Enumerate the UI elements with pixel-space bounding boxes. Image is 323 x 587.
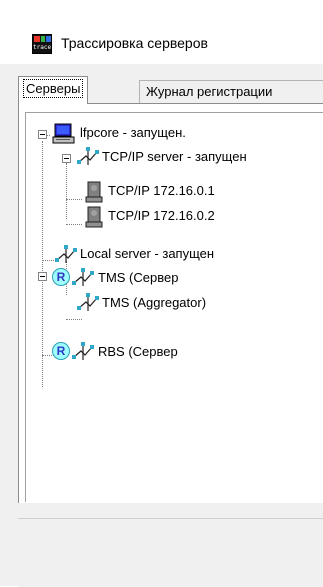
app-icon-label: trace — [33, 44, 52, 51]
network-icon — [77, 147, 99, 165]
tree-connector — [42, 141, 43, 387]
tree-item-tcpip-client[interactable]: TCP/IP 172.16.0.1 — [108, 181, 215, 201]
tree-item-tms-aggregator[interactable]: TMS (Aggregator) — [102, 293, 206, 313]
tab-log-label: Журнал регистрации — [146, 84, 273, 99]
tree-connector — [42, 260, 54, 261]
network-icon — [55, 245, 77, 263]
tree-item-rbs-server[interactable]: RBS (Сервер — [98, 342, 178, 362]
running-badge-icon: R — [52, 342, 70, 360]
client-icon — [85, 181, 103, 203]
main-window: trace Трассировка серверов Серверы Журна… — [0, 0, 323, 587]
tree-connector — [66, 224, 82, 225]
window-title: Трассировка серверов — [61, 35, 208, 51]
network-icon — [72, 268, 94, 286]
tab-strip: Серверы Журнал регистрации — [18, 76, 323, 104]
trace-app-icon: trace — [32, 34, 52, 54]
computer-icon — [52, 123, 75, 144]
collapse-icon[interactable] — [38, 272, 47, 281]
tab-servers-label: Серверы — [22, 79, 84, 98]
servers-panel: lfpcore - запущен. TCP/IP server - запущ… — [18, 103, 323, 503]
tree-connector — [66, 319, 82, 320]
tree-item-lfpcore[interactable]: lfpcore - запущен. — [80, 123, 186, 143]
collapse-icon[interactable] — [38, 130, 47, 139]
server-tree[interactable]: lfpcore - запущен. TCP/IP server - запущ… — [25, 112, 323, 502]
tree-item-local-server[interactable]: Local server - запущен — [80, 244, 214, 264]
client-icon — [85, 206, 103, 228]
tree-connector — [66, 199, 82, 200]
tree-connector — [66, 163, 67, 219]
title-bar[interactable]: trace Трассировка серверов — [0, 0, 323, 64]
running-badge-icon: R — [52, 268, 70, 286]
network-icon — [77, 293, 99, 311]
tree-item-tcpip-server[interactable]: TCP/IP server - запущен — [102, 147, 247, 167]
tab-servers[interactable]: Серверы — [18, 76, 89, 104]
status-bar — [18, 518, 323, 587]
tree-item-tms-server[interactable]: TMS (Сервер — [98, 268, 178, 288]
tab-log[interactable]: Журнал регистрации — [139, 80, 323, 104]
network-icon — [72, 342, 94, 360]
collapse-icon[interactable] — [62, 154, 71, 163]
tree-item-tcpip-client[interactable]: TCP/IP 172.16.0.2 — [108, 206, 215, 226]
